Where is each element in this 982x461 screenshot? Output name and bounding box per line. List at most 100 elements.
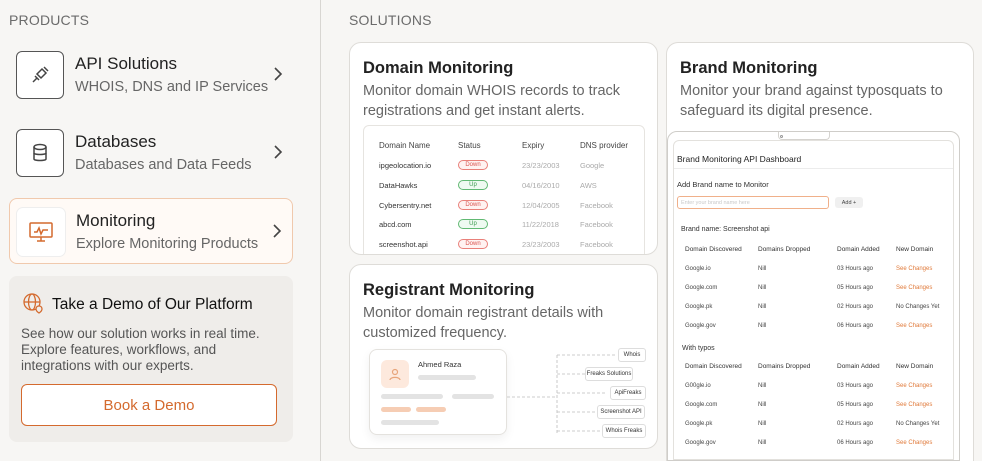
see-changes-link[interactable]: See Changes: [896, 285, 932, 291]
typos-label: With typos: [682, 345, 715, 352]
dns-cell: AWS: [580, 181, 597, 190]
brand-name-input[interactable]: Enter your brand name here: [677, 196, 829, 209]
domain-cell: ipgeolocation.io: [379, 161, 432, 170]
no-changes-text: No Changes Yet: [896, 421, 940, 427]
domain-cell: Cybersentry.net: [379, 201, 432, 210]
domain-cell: Google.gov: [685, 323, 716, 329]
column-header: Domain Added: [837, 363, 880, 370]
dns-cell: Facebook: [580, 220, 613, 229]
domain-cell: DataHawks: [379, 181, 418, 190]
dashboard-title: Brand Monitoring API Dashboard: [677, 154, 802, 164]
dropped-cell: Nill: [758, 304, 767, 310]
column-header: Domain Discovered: [685, 363, 742, 370]
domain-cell: Google.gov: [685, 440, 716, 446]
status-badge: Down: [458, 239, 488, 249]
add-brand-button[interactable]: Add +: [835, 197, 863, 208]
registrant-tag: Screenshot API: [597, 405, 645, 419]
card-description: Monitor your brand against typosquats to…: [680, 83, 943, 119]
dropped-cell: Nill: [758, 266, 767, 272]
product-subtitle: WHOIS, DNS and IP Services: [75, 79, 269, 95]
added-cell: 02 Hours ago: [837, 304, 874, 310]
see-changes-link[interactable]: See Changes: [896, 266, 932, 272]
domain-cell: Google.com: [685, 285, 718, 291]
book-demo-button[interactable]: Book a Demo: [21, 384, 277, 426]
column-header: Domain Discovered: [685, 246, 742, 253]
product-subtitle: Explore Monitoring Products: [76, 236, 259, 252]
demo-card: Take a Demo of Our Platform See how our …: [9, 276, 293, 442]
chevron-right-icon: [274, 145, 283, 159]
card-title: Domain Monitoring: [363, 59, 514, 77]
dropped-cell: Nill: [758, 285, 767, 291]
column-header: New Domain: [896, 246, 934, 253]
column-header: New Domain: [896, 363, 934, 370]
dropped-cell: Nill: [758, 421, 767, 427]
dropped-cell: Nill: [758, 402, 767, 408]
dropped-cell: Nill: [758, 323, 767, 329]
no-changes-text: No Changes Yet: [896, 304, 940, 310]
chevron-right-icon: [273, 224, 282, 238]
registrant-name: Ahmed Raza: [418, 360, 462, 369]
brand-name-label: Brand name: Screenshot api: [681, 226, 770, 233]
see-changes-link[interactable]: See Changes: [896, 383, 932, 389]
domain-cell: G00gle.io: [685, 383, 711, 389]
dns-cell: Facebook: [580, 201, 613, 210]
placeholder-bar: [381, 394, 443, 399]
column-header: Domain Added: [837, 246, 880, 253]
registrant-monitoring-card[interactable]: Registrant Monitoring Monitor domain reg…: [349, 264, 658, 449]
added-cell: 05 Hours ago: [837, 285, 874, 291]
see-changes-link[interactable]: See Changes: [896, 323, 932, 329]
device-notch: [778, 132, 830, 140]
added-cell: 05 Hours ago: [837, 402, 874, 408]
added-cell: 06 Hours ago: [837, 323, 874, 329]
domain-cell: abcd.com: [379, 220, 412, 229]
placeholder-bar: [381, 420, 439, 425]
domain-monitoring-card[interactable]: Domain Monitoring Monitor domain WHOIS r…: [349, 42, 658, 255]
product-item-databases[interactable]: Databases Databases and Data Feeds: [9, 120, 293, 186]
placeholder-bar: [381, 407, 411, 412]
placeholder-bar: [416, 407, 446, 412]
registrant-tag: Freaks Solutions: [585, 367, 633, 381]
card-description: Monitor domain registrant details with c…: [363, 305, 604, 341]
domain-cell: Google.io: [685, 266, 711, 272]
added-cell: 02 Hours ago: [837, 421, 874, 427]
column-header: Expiry: [522, 141, 545, 150]
status-badge: Up: [458, 219, 488, 229]
product-item-api-solutions[interactable]: API Solutions WHOIS, DNS and IP Services: [9, 42, 293, 108]
see-changes-link[interactable]: See Changes: [896, 402, 932, 408]
status-badge: Down: [458, 200, 488, 210]
column-header: DNS provider: [580, 141, 629, 150]
brand-dashboard-device: Brand Monitoring API Dashboard Add Brand…: [667, 131, 960, 461]
database-icon: [16, 129, 64, 177]
card-title: Registrant Monitoring: [363, 281, 535, 299]
product-subtitle: Databases and Data Feeds: [75, 157, 252, 173]
column-header: Status: [458, 141, 481, 150]
domain-cell: Google.com: [685, 402, 718, 408]
see-changes-link[interactable]: See Changes: [896, 440, 932, 446]
registrant-profile-card: Ahmed Raza: [369, 349, 507, 435]
column-header: Domains Dropped: [758, 246, 811, 253]
user-icon: [381, 360, 409, 388]
globe-pin-icon: [23, 293, 43, 314]
column-header: Domain Name: [379, 141, 431, 150]
domain-cell: Google.pk: [685, 304, 713, 310]
added-cell: 06 Hours ago: [837, 440, 874, 446]
card-title: Brand Monitoring: [680, 59, 818, 77]
plug-icon: [16, 51, 64, 99]
product-item-monitoring[interactable]: Monitoring Explore Monitoring Products: [9, 198, 293, 264]
dropped-cell: Nill: [758, 383, 767, 389]
expiry-cell: 23/23/2003: [522, 161, 560, 170]
added-cell: 03 Hours ago: [837, 266, 874, 272]
monitor-icon: [17, 208, 65, 256]
dns-cell: Google: [580, 161, 605, 170]
registrant-tag: Whois: [618, 348, 646, 362]
placeholder-bar: [418, 375, 476, 380]
camera-icon: [780, 135, 783, 138]
products-label: PRODUCTS: [9, 12, 90, 28]
status-badge: Up: [458, 180, 488, 190]
card-description: Monitor domain WHOIS records to track re…: [363, 83, 621, 119]
chevron-right-icon: [274, 67, 283, 81]
expiry-cell: 11/22/2018: [522, 220, 559, 229]
add-brand-label: Add Brand name to Monitor: [677, 180, 769, 189]
status-badge: Down: [458, 160, 488, 170]
domain-cell: Google.pk: [685, 421, 713, 427]
